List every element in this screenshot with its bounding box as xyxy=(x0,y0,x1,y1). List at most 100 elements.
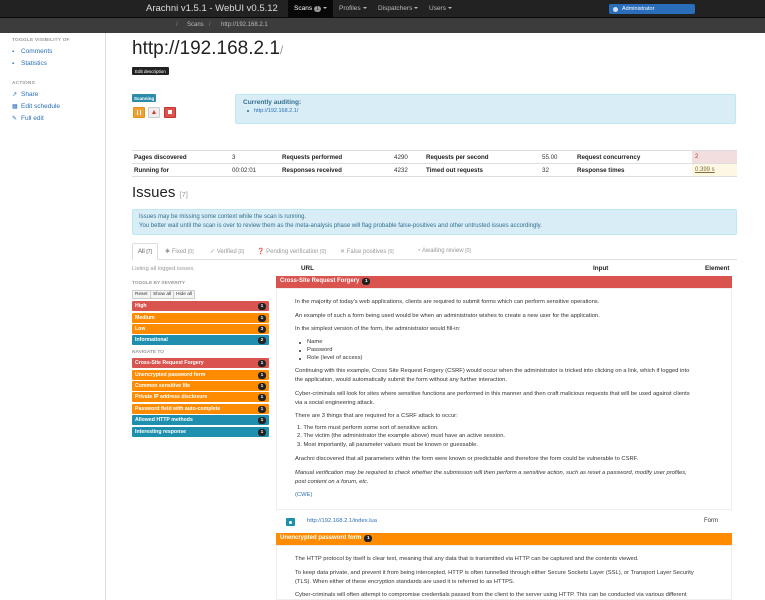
chevron-down-icon xyxy=(414,7,419,10)
nav-users[interactable]: Users xyxy=(429,5,452,12)
tab-count: [0] xyxy=(238,249,244,255)
edit-description-button[interactable]: Edit description xyxy=(132,67,169,75)
nav-issue-allowed-http-methods[interactable]: Allowed HTTP methods 1 xyxy=(132,415,269,425)
tab-count: [0] xyxy=(388,249,394,255)
cwe-link[interactable]: (CWE) xyxy=(295,491,715,500)
nav-scans[interactable]: Scans 1 xyxy=(288,0,334,17)
issue-instance-element: Form xyxy=(704,518,718,524)
sidebar: TOGGLE VISIBILITY OF ▪ Comments ▪ Statisti… xyxy=(0,33,106,600)
tab-label: Awaiting review xyxy=(421,248,464,254)
nav-issue-interesting-response[interactable]: Interesting response 1 xyxy=(132,427,269,437)
tab-verified[interactable]: ✓ Verified [0] xyxy=(210,248,244,255)
chevron-down-icon xyxy=(362,7,367,10)
nav-issue-count: 1 xyxy=(258,428,266,436)
user-icon xyxy=(613,6,618,12)
stat-value: 55.00 xyxy=(542,154,558,161)
nav-issue-csrf[interactable]: Cross-Site Request Forgery 1 xyxy=(132,358,269,368)
severity-label: High xyxy=(135,303,147,309)
description-paragraph: In the simplest version of the form, the… xyxy=(295,326,461,332)
sidebar-item-label: Edit schedule xyxy=(21,103,61,110)
bullet-icon xyxy=(299,342,301,344)
issue-group-unencrypted-password-form[interactable]: Unencrypted password form 1 xyxy=(276,533,732,545)
nav-issue-password-autocomplete[interactable]: Password field with auto-complete 1 xyxy=(132,404,269,414)
column-header-input: Input xyxy=(593,265,609,272)
page-title-slash: / xyxy=(279,43,284,57)
stat-value: 00:02:01 xyxy=(232,167,257,174)
tab-count: [0] xyxy=(188,249,194,255)
sidebar-item-label: Comments xyxy=(21,48,53,55)
tab-label: Verified xyxy=(216,249,237,255)
severity-low[interactable]: Low 3 xyxy=(132,324,269,334)
admin-user-button[interactable]: Administrator xyxy=(609,4,695,14)
breadcrumb: / Scans / http://192.168.2.1 xyxy=(0,18,765,33)
notice-line: Issues may be missing some context while… xyxy=(139,214,307,220)
nav-issue-common-sensitive-file[interactable]: Common sensitive file 1 xyxy=(132,381,269,391)
severity-label: Low xyxy=(135,326,146,332)
stop-icon xyxy=(168,110,172,114)
show-all-button[interactable]: Show all xyxy=(150,290,175,299)
sidebar-item-edit-schedule[interactable]: ▦ Edit schedule xyxy=(12,103,60,110)
description-paragraph: via a social engineering attack. xyxy=(295,400,375,406)
stop-button[interactable] xyxy=(164,107,176,118)
pause-button[interactable] xyxy=(133,107,145,118)
breadcrumb-scans[interactable]: Scans xyxy=(187,22,204,28)
list-item: Role (level of access) xyxy=(307,355,363,361)
tab-awaiting-review[interactable]: ◔ Awaiting review [0] xyxy=(417,248,471,254)
description-paragraph: There are 3 things that are required for… xyxy=(295,413,458,419)
stat-label: Timed out requests xyxy=(426,167,483,174)
admin-label: Administrator xyxy=(622,6,655,12)
response-times-cell: 0.399 s xyxy=(692,164,737,176)
severity-high[interactable]: High 1 xyxy=(132,301,269,311)
nav-issue-label: Private IP address disclosure xyxy=(135,394,208,400)
severity-medium[interactable]: Medium 1 xyxy=(132,313,269,323)
hide-all-button[interactable]: Hide all xyxy=(173,290,195,299)
check-icon: ✓ xyxy=(210,249,217,255)
tab-all[interactable]: All [7] xyxy=(132,243,158,260)
nav-issue-label: Password field with auto-complete xyxy=(135,406,221,412)
auditing-heading: Currently auditing: xyxy=(243,99,302,106)
sidebar-item-full-edit[interactable]: ✎ Full edit xyxy=(12,115,44,122)
tab-pending-verification[interactable]: ❓ Pending verification [0] xyxy=(257,248,326,255)
issue-group-count: 1 xyxy=(362,278,371,285)
edit-icon: ✎ xyxy=(12,116,18,122)
nav-issue-unencrypted-password-form[interactable]: Unencrypted password form 1 xyxy=(132,370,269,380)
sidebar-item-share[interactable]: ↗ Share xyxy=(12,91,38,98)
nav-users-label: Users xyxy=(429,5,446,12)
sidebar-item-label: Statistics xyxy=(21,60,48,67)
issue-instance-row[interactable]: http://192.168.2.1/index.lua Form xyxy=(276,515,732,529)
toggle-by-severity-heading: TOGGLE BY SEVERITY xyxy=(132,281,186,286)
sidebar-item-comments[interactable]: ▪ Comments xyxy=(12,48,52,55)
nav-issue-private-ip-disclosure[interactable]: Private IP address disclosure 1 xyxy=(132,392,269,402)
ordered-item: 1. The form must perform some sort of se… xyxy=(297,425,439,431)
stat-value: 2 xyxy=(695,154,699,160)
severity-label: Medium xyxy=(135,315,155,321)
sidebar-item-statistics[interactable]: ▪ Statistics xyxy=(12,60,47,67)
issue-group-title: Unencrypted password form xyxy=(280,535,362,541)
stat-value: 3 xyxy=(232,154,236,161)
severity-informational[interactable]: Informational 2 xyxy=(132,335,269,345)
reset-button[interactable]: Reset xyxy=(132,290,151,299)
expand-icon[interactable] xyxy=(286,518,295,526)
app-brand[interactable]: Arachni v1.5.1 - WebUI v0.5.12 xyxy=(146,3,278,14)
request-concurrency-cell: 2 xyxy=(692,151,737,163)
share-icon: ↗ xyxy=(12,92,18,98)
auditing-url-link[interactable]: http://192.168.2.1/ xyxy=(254,108,298,114)
issue-instance-url[interactable]: http://192.168.2.1/index.lua xyxy=(307,518,377,524)
description-paragraph: post content on a forum, etc. xyxy=(295,479,369,485)
tab-fixed[interactable]: ✱ Fixed [0] xyxy=(165,248,194,255)
page-title-url: http://192.168.2.1 xyxy=(132,38,280,59)
stat-label: Responses received xyxy=(282,167,342,174)
ordered-item: 2. The victim (the administrator the exa… xyxy=(297,433,506,439)
calendar-icon: ▦ xyxy=(12,104,18,110)
severity-count: 1 xyxy=(258,302,266,310)
nav-issue-label: Allowed HTTP methods xyxy=(135,417,193,423)
nav-profiles[interactable]: Profiles xyxy=(339,5,367,12)
issue-group-csrf[interactable]: Cross-Site Request Forgery 1 xyxy=(276,276,732,288)
nav-dispatchers[interactable]: Dispatchers xyxy=(378,5,419,12)
description-paragraph: Continuing with this example, Cross Site… xyxy=(295,368,690,374)
close-icon: ✕ xyxy=(340,249,347,255)
tab-false-positives[interactable]: ✕ False positives [0] xyxy=(340,248,394,255)
suspend-button[interactable] xyxy=(148,107,160,118)
issues-heading: Issues [7] xyxy=(132,184,188,201)
stat-value[interactable]: 0.399 s xyxy=(695,167,715,173)
